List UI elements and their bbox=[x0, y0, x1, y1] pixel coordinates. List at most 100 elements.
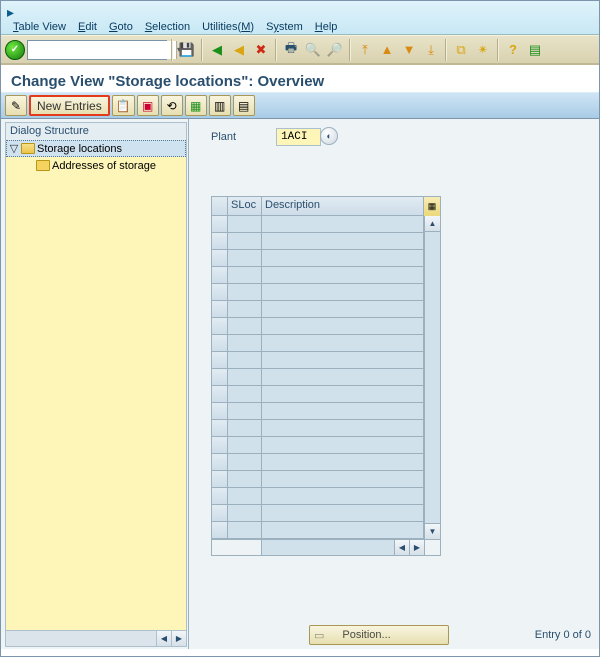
cell-description[interactable] bbox=[262, 250, 424, 267]
scroll-down-icon[interactable]: ▼ bbox=[425, 523, 440, 539]
command-field[interactable] bbox=[28, 41, 176, 59]
cell-description[interactable] bbox=[262, 335, 424, 352]
plant-input[interactable]: 1ACI bbox=[276, 128, 321, 146]
help-icon[interactable]: ? bbox=[503, 40, 523, 60]
grid-select-all[interactable] bbox=[212, 197, 228, 216]
select-all-button[interactable]: ▦ bbox=[185, 95, 207, 116]
cell-sloc[interactable] bbox=[228, 420, 262, 437]
other-view-button[interactable]: ✎ bbox=[5, 95, 27, 116]
cell-description[interactable] bbox=[262, 454, 424, 471]
shortcut-icon[interactable]: ✴ bbox=[473, 40, 493, 60]
cell-description[interactable] bbox=[262, 216, 424, 233]
next-page-icon[interactable]: ▼ bbox=[399, 40, 419, 60]
row-selector[interactable] bbox=[212, 403, 228, 420]
row-selector[interactable] bbox=[212, 250, 228, 267]
scroll-left-icon[interactable]: ◀ bbox=[156, 631, 171, 646]
cell-description[interactable] bbox=[262, 267, 424, 284]
menu-item[interactable]: System bbox=[266, 21, 303, 33]
delete-button[interactable]: ▣ bbox=[137, 95, 159, 116]
cell-description[interactable] bbox=[262, 522, 424, 539]
scroll-right-icon[interactable]: ▶ bbox=[409, 540, 424, 555]
scroll-up-icon[interactable]: ▲ bbox=[425, 216, 440, 232]
row-selector[interactable] bbox=[212, 471, 228, 488]
row-selector[interactable] bbox=[212, 386, 228, 403]
cell-description[interactable] bbox=[262, 352, 424, 369]
row-selector[interactable] bbox=[212, 420, 228, 437]
cell-sloc[interactable] bbox=[228, 454, 262, 471]
f4-help-icon[interactable]: ◐ bbox=[320, 127, 338, 145]
deselect-all-button[interactable]: ▤ bbox=[233, 95, 255, 116]
exit-icon[interactable]: ◀ bbox=[229, 40, 249, 60]
cell-sloc[interactable] bbox=[228, 301, 262, 318]
row-selector[interactable] bbox=[212, 267, 228, 284]
tree-node-storage-locations[interactable]: ▽ Storage locations bbox=[6, 140, 186, 157]
row-selector[interactable] bbox=[212, 233, 228, 250]
row-selector[interactable] bbox=[212, 284, 228, 301]
cell-description[interactable] bbox=[262, 386, 424, 403]
cell-sloc[interactable] bbox=[228, 369, 262, 386]
row-selector[interactable] bbox=[212, 318, 228, 335]
cell-sloc[interactable] bbox=[228, 403, 262, 420]
cell-sloc[interactable] bbox=[228, 216, 262, 233]
row-selector[interactable] bbox=[212, 216, 228, 233]
tree-toggle-icon[interactable]: ▽ bbox=[9, 142, 19, 155]
menu-item[interactable]: Help bbox=[315, 21, 338, 33]
grid-col-description[interactable]: Description bbox=[262, 197, 424, 216]
copy-button[interactable]: 📋 bbox=[112, 95, 135, 116]
cell-description[interactable] bbox=[262, 233, 424, 250]
row-selector[interactable] bbox=[212, 505, 228, 522]
print-icon[interactable]: 🖶 bbox=[281, 40, 301, 60]
cell-sloc[interactable] bbox=[228, 250, 262, 267]
row-selector[interactable] bbox=[212, 454, 228, 471]
row-selector[interactable] bbox=[212, 488, 228, 505]
prev-page-icon[interactable]: ▲ bbox=[377, 40, 397, 60]
cell-sloc[interactable] bbox=[228, 335, 262, 352]
menu-item[interactable]: Edit bbox=[78, 21, 97, 33]
cell-description[interactable] bbox=[262, 301, 424, 318]
save-icon[interactable]: 💾 bbox=[177, 40, 197, 60]
cell-sloc[interactable] bbox=[228, 386, 262, 403]
position-button[interactable]: ▭ Position... bbox=[309, 625, 449, 645]
cell-sloc[interactable] bbox=[228, 437, 262, 454]
cell-sloc[interactable] bbox=[228, 284, 262, 301]
cell-sloc[interactable] bbox=[228, 267, 262, 284]
row-selector[interactable] bbox=[212, 522, 228, 539]
undo-button[interactable]: ⟲ bbox=[161, 95, 183, 116]
row-selector[interactable] bbox=[212, 352, 228, 369]
menu-item[interactable]: Selection bbox=[145, 21, 190, 33]
scroll-track[interactable] bbox=[262, 540, 394, 555]
cell-sloc[interactable] bbox=[228, 352, 262, 369]
cell-description[interactable] bbox=[262, 369, 424, 386]
last-page-icon[interactable]: ⤓ bbox=[421, 40, 441, 60]
cell-sloc[interactable] bbox=[228, 318, 262, 335]
cell-description[interactable] bbox=[262, 403, 424, 420]
session-icon[interactable]: ▸ bbox=[7, 4, 595, 21]
menu-item[interactable]: Goto bbox=[109, 21, 133, 33]
cell-sloc[interactable] bbox=[228, 522, 262, 539]
layout-icon[interactable]: ▤ bbox=[525, 40, 545, 60]
cell-description[interactable] bbox=[262, 505, 424, 522]
cell-description[interactable] bbox=[262, 437, 424, 454]
grid-config-icon[interactable]: ▦ bbox=[424, 197, 440, 216]
enter-button[interactable]: ✓ bbox=[5, 40, 25, 60]
row-selector[interactable] bbox=[212, 335, 228, 352]
menu-item[interactable]: Utilities(M) bbox=[202, 21, 254, 33]
cell-sloc[interactable] bbox=[228, 471, 262, 488]
row-selector[interactable] bbox=[212, 437, 228, 454]
scroll-left-icon[interactable]: ◀ bbox=[394, 540, 409, 555]
cell-sloc[interactable] bbox=[228, 505, 262, 522]
cell-description[interactable] bbox=[262, 488, 424, 505]
cell-sloc[interactable] bbox=[228, 488, 262, 505]
cell-description[interactable] bbox=[262, 318, 424, 335]
back-icon[interactable]: ◀ bbox=[207, 40, 227, 60]
new-entries-button[interactable]: New Entries bbox=[29, 95, 110, 116]
grid-col-sloc[interactable]: SLoc bbox=[228, 197, 262, 216]
cancel-icon[interactable]: ✖ bbox=[251, 40, 271, 60]
first-page-icon[interactable]: ⤒ bbox=[355, 40, 375, 60]
cell-description[interactable] bbox=[262, 471, 424, 488]
new-session-icon[interactable]: ⧉ bbox=[451, 40, 471, 60]
select-block-button[interactable]: ▥ bbox=[209, 95, 231, 116]
scroll-right-icon[interactable]: ▶ bbox=[171, 631, 186, 646]
cell-description[interactable] bbox=[262, 284, 424, 301]
row-selector[interactable] bbox=[212, 301, 228, 318]
